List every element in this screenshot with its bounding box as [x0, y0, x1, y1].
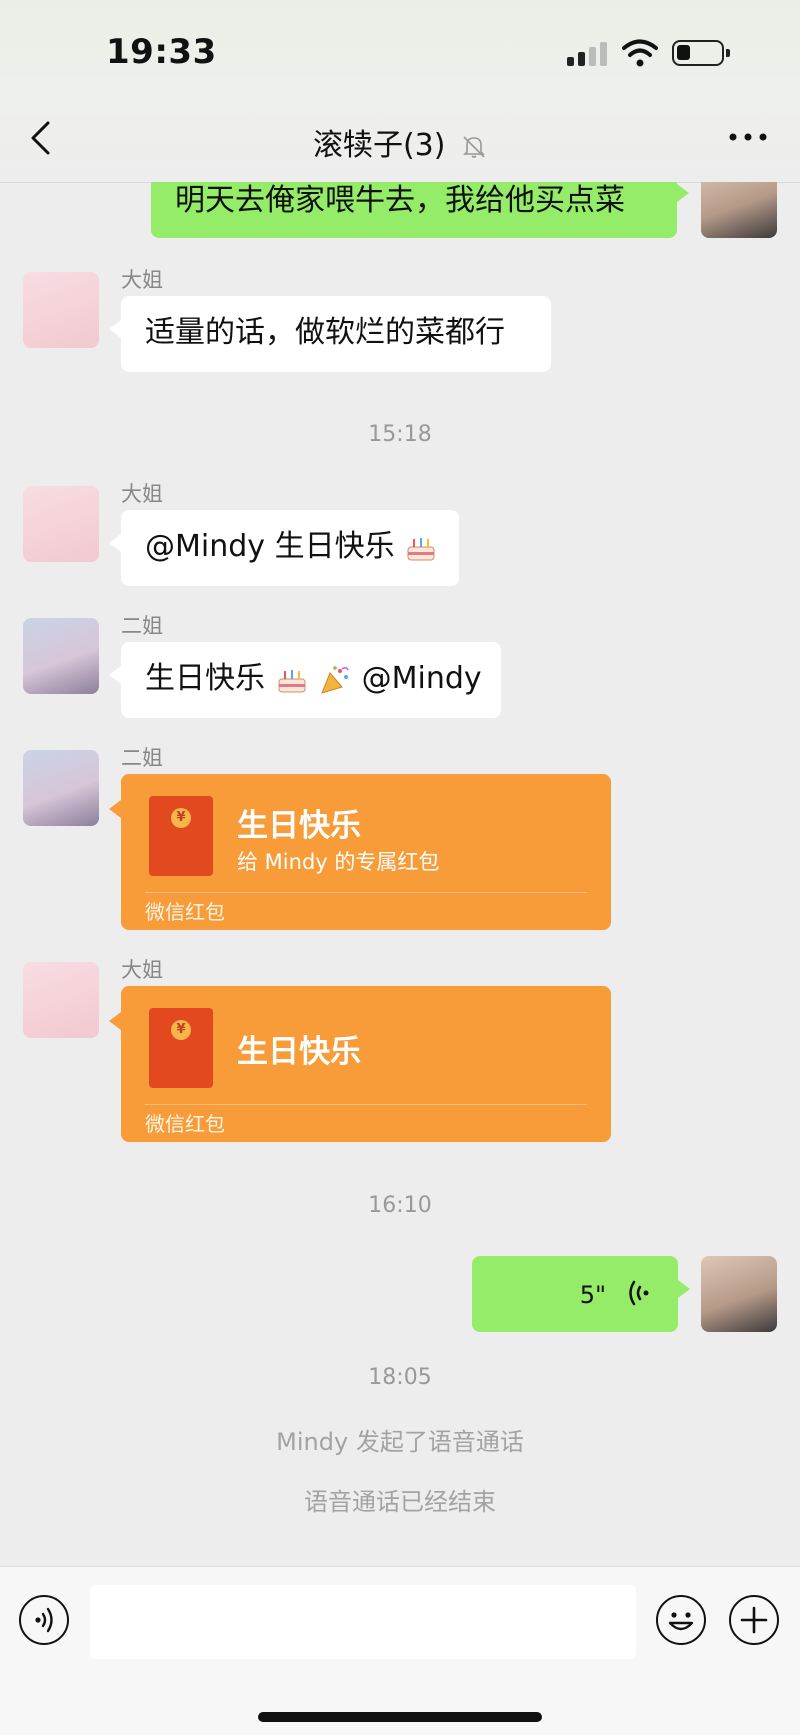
- red-packet-icon: ¥: [149, 1008, 213, 1088]
- message-text: 生日快乐: [145, 661, 265, 696]
- red-packet-title: 生日快乐: [237, 1034, 361, 1070]
- voice-message[interactable]: 5": [472, 1256, 690, 1332]
- red-packet-footer: 微信红包: [145, 1112, 225, 1136]
- red-packet-divider: [145, 892, 587, 893]
- message-bubble[interactable]: 适量的话，做软烂的菜都行: [109, 296, 551, 372]
- message-text: 明天去俺家喂牛去，我给他买点菜: [175, 183, 625, 218]
- message-input[interactable]: [90, 1585, 636, 1659]
- sender-name: 二姐: [121, 746, 163, 770]
- chat-title: 滚犊子(3): [0, 120, 800, 164]
- status-time: 19:33: [106, 32, 217, 72]
- message-bubble[interactable]: 生日快乐 @Mindy: [109, 642, 501, 718]
- message-text: 适量的话，做软烂的菜都行: [145, 315, 505, 350]
- avatar-me[interactable]: [701, 182, 777, 238]
- chat-area[interactable]: 明天去俺家喂牛去，我给他买点菜 大姐 适量的话，做软烂的菜都行 15:18 大姐…: [0, 182, 800, 1566]
- message-bubble[interactable]: @Mindy 生日快乐: [109, 510, 459, 586]
- red-packet-footer: 微信红包: [145, 900, 225, 924]
- battery-icon: [672, 40, 730, 66]
- emoji-button[interactable]: [656, 1595, 706, 1645]
- sender-name: 大姐: [121, 268, 163, 292]
- red-packet-message[interactable]: ¥ 生日快乐 给 Mindy 的专属红包 微信红包: [109, 774, 611, 930]
- voice-duration: 5": [579, 1281, 606, 1309]
- plus-icon: [740, 1606, 767, 1633]
- top-bar: 19:33 滚犊子(3): [0, 0, 800, 183]
- more-functions-button[interactable]: [729, 1595, 779, 1645]
- input-bar: [0, 1566, 800, 1735]
- timestamp: 16:10: [368, 1193, 432, 1218]
- cellular-signal-icon: [567, 42, 609, 66]
- voice-icon: [34, 1607, 53, 1632]
- system-message: Mindy 发起了语音通话: [276, 1428, 524, 1456]
- avatar-dajie[interactable]: [23, 486, 99, 562]
- wifi-icon: [622, 39, 658, 67]
- cake-emoji: [407, 537, 435, 560]
- cake-emoji: [278, 669, 306, 692]
- avatar-dajie[interactable]: [23, 272, 99, 348]
- red-packet-message[interactable]: ¥ 生日快乐 微信红包: [109, 986, 611, 1142]
- red-packet-subtitle: 给 Mindy 的专属红包: [237, 850, 440, 874]
- voice-wave-icon: [629, 1280, 649, 1306]
- party-popper-emoji: [321, 665, 349, 694]
- sender-name: 二姐: [121, 614, 163, 638]
- message-text: @Mindy 生日快乐: [145, 529, 395, 564]
- chat-title-text: 滚犊子(3): [312, 128, 446, 163]
- emoji-icon: [668, 1611, 693, 1630]
- message-bubble-outgoing[interactable]: 明天去俺家喂牛去，我给他买点菜: [151, 182, 689, 238]
- red-packet-title: 生日快乐: [237, 808, 361, 844]
- mute-bell-icon: [463, 135, 485, 158]
- voice-input-button[interactable]: [19, 1595, 69, 1645]
- home-indicator[interactable]: [258, 1712, 542, 1722]
- avatar-erjie[interactable]: [23, 618, 99, 694]
- system-message: 语音通话已经结束: [304, 1488, 496, 1516]
- sender-name: 大姐: [121, 482, 163, 506]
- red-packet-divider: [145, 1104, 587, 1105]
- sender-name: 大姐: [121, 958, 163, 982]
- more-icon[interactable]: [728, 132, 768, 142]
- message-text: @Mindy: [361, 661, 482, 696]
- timestamp: 15:18: [368, 422, 432, 447]
- red-packet-icon: ¥: [149, 796, 213, 876]
- avatar-dajie[interactable]: [23, 962, 99, 1038]
- timestamp: 18:05: [368, 1365, 432, 1390]
- avatar-me[interactable]: [701, 1256, 777, 1332]
- avatar-erjie[interactable]: [23, 750, 99, 826]
